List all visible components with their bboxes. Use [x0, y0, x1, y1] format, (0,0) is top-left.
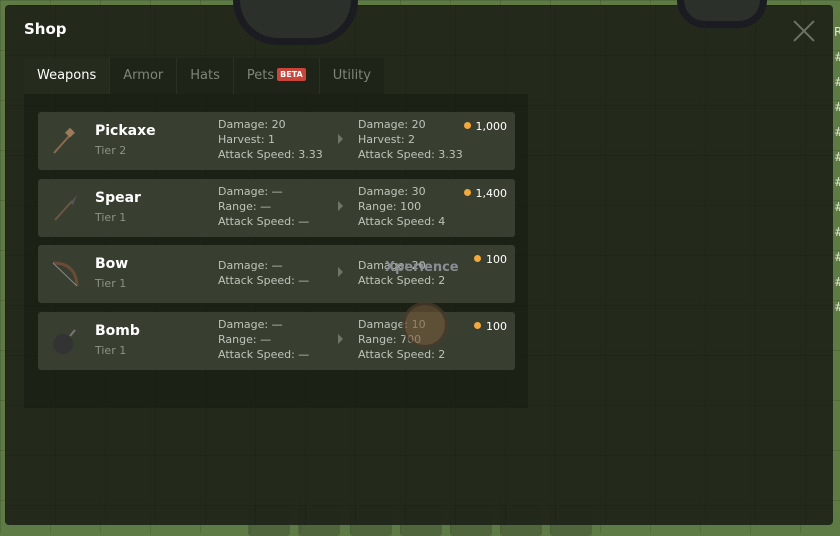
shop-modal: Shop Weapons Armor Hats Pets BETA Utility… [5, 0, 833, 525]
current-stat: Damage: 20 [218, 118, 286, 131]
leaderboard-entry: # [834, 195, 840, 220]
item-tier: Tier 1 [95, 211, 127, 224]
item-tier: Tier 1 [95, 344, 127, 357]
tab-weapons[interactable]: Weapons [24, 58, 111, 94]
price-value: 100 [486, 320, 507, 333]
current-stat: Range: — [218, 200, 272, 213]
current-stat: Damage: — [218, 259, 283, 272]
item-price: 100 [474, 253, 507, 266]
shop-item-pickaxe[interactable]: Pickaxe Tier 2 Damage: 20 Harvest: 1 Attac… [38, 112, 515, 170]
next-stat: Attack Speed: 2 [358, 274, 446, 287]
next-stat: Attack Speed: 2 [358, 348, 446, 361]
player-name: Xperience [385, 260, 459, 275]
coin-icon [463, 189, 471, 196]
arrow-right-icon [338, 267, 343, 277]
current-stats: Damage: — Range: — Attack Speed: — [218, 317, 309, 362]
item-tier: Tier 2 [95, 144, 127, 157]
coin-icon [463, 122, 471, 129]
leaderboard-header: R [834, 25, 840, 39]
next-stats: Damage: 20 Harvest: 2 Attack Speed: 3.33 [358, 117, 463, 162]
arrow-right-icon [338, 334, 343, 344]
item-price: 100 [474, 320, 507, 333]
coin-icon [474, 255, 481, 262]
next-stat: Damage: 30 [358, 185, 426, 198]
close-icon[interactable] [793, 20, 815, 42]
tree-shadow [233, 0, 358, 45]
next-stat: Harvest: 2 [358, 133, 416, 146]
price-value: 1,000 [475, 120, 508, 133]
next-stat: Attack Speed: 3.33 [358, 148, 463, 161]
current-stat: Attack Speed: — [218, 274, 310, 287]
current-stat: Range: — [218, 333, 272, 346]
next-stat: Range: 100 [358, 200, 422, 213]
leaderboard-entry: # [834, 170, 840, 195]
next-stat: Damage: 20 [358, 118, 426, 131]
tab-label: Armor [123, 68, 164, 83]
leaderboard-entry: # [834, 220, 840, 245]
coin-icon [474, 322, 481, 329]
bomb-icon [50, 326, 80, 356]
item-price: 1,400 [463, 187, 508, 200]
current-stat: Attack Speed: — [218, 348, 310, 361]
shop-item-spear[interactable]: Spear Tier 1 Damage: — Range: — Attack Spe… [38, 179, 515, 237]
leaderboard-entry: # [834, 95, 840, 120]
shop-title: Shop [24, 20, 67, 38]
item-tier: Tier 1 [95, 277, 127, 290]
shop-tabs: Weapons Armor Hats Pets BETA Utility [24, 58, 384, 94]
current-stats: Damage: — Range: — Attack Speed: — [218, 184, 309, 229]
beta-badge: BETA [277, 68, 306, 81]
leaderboard-entry: # [834, 295, 840, 320]
leaderboard: R # # # # # # # # # # # [834, 20, 840, 320]
tab-label: Utility [332, 68, 371, 83]
current-stat: Damage: — [218, 185, 283, 198]
current-stat: Damage: — [218, 318, 283, 331]
price-value: 1,400 [475, 187, 508, 200]
bow-icon [50, 259, 80, 289]
player-avatar [402, 302, 448, 348]
leaderboard-entry: # [834, 245, 840, 270]
item-name: Bow [95, 256, 129, 272]
item-name: Pickaxe [95, 123, 156, 139]
tab-hats[interactable]: Hats [177, 58, 234, 94]
current-stat: Attack Speed: 3.33 [218, 148, 323, 161]
leaderboard-entry: # [834, 145, 840, 170]
tab-label: Pets [246, 68, 275, 83]
item-name: Bomb [95, 323, 140, 339]
current-stats: Damage: 20 Harvest: 1 Attack Speed: 3.33 [218, 117, 323, 162]
arrow-right-icon [338, 201, 343, 211]
next-stat: Attack Speed: 4 [358, 215, 446, 228]
arrow-right-icon [338, 134, 343, 144]
price-value: 100 [486, 253, 507, 266]
leaderboard-entry: # [834, 120, 840, 145]
pickaxe-icon [50, 126, 80, 156]
current-stat: Harvest: 1 [218, 133, 276, 146]
tab-utility[interactable]: Utility [320, 58, 384, 94]
tab-armor[interactable]: Armor [110, 58, 178, 94]
item-price: 1,000 [463, 120, 508, 133]
leaderboard-entry: # [834, 70, 840, 95]
tree-shadow [677, 0, 767, 28]
leaderboard-entry: # [834, 45, 840, 70]
leaderboard-entry: # [834, 270, 840, 295]
item-name: Spear [95, 190, 141, 206]
current-stat: Attack Speed: — [218, 215, 310, 228]
tab-pets[interactable]: Pets BETA [234, 58, 320, 94]
tab-label: Weapons [37, 68, 97, 83]
spear-icon [50, 193, 80, 223]
next-stats: Damage: 30 Range: 100 Attack Speed: 4 [358, 184, 445, 229]
current-stats: Damage: — Attack Speed: — [218, 258, 309, 288]
tab-label: Hats [190, 68, 220, 83]
